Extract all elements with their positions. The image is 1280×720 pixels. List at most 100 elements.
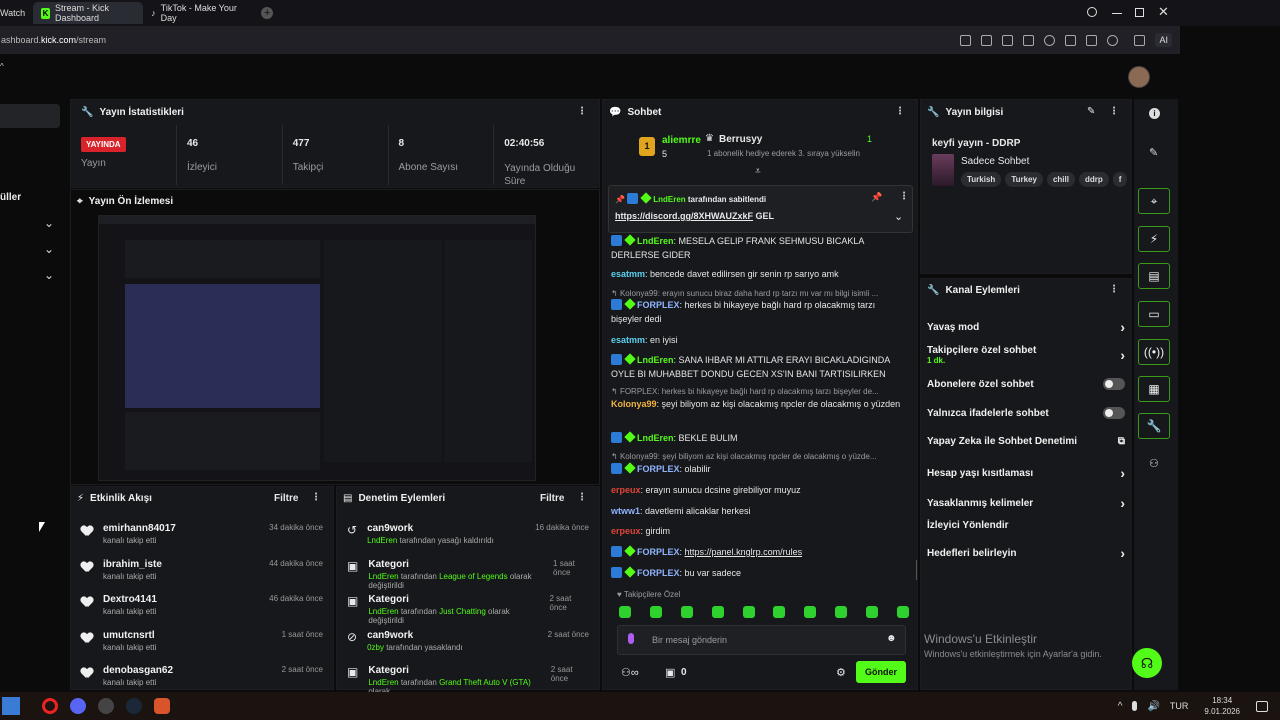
download-icon[interactable] <box>1065 34 1077 46</box>
emote-icon[interactable] <box>649 606 662 618</box>
chat-link[interactable]: https://panel.knglrp.com/rules <box>685 547 803 557</box>
url-text[interactable]: ashboard.kick.com/stream <box>1 35 106 45</box>
shield-icon[interactable] <box>1002 34 1014 46</box>
language-indicator[interactable]: TUR <box>1170 701 1189 711</box>
subscribers-only-toggle[interactable] <box>1103 378 1125 390</box>
clock[interactable]: 18:34 9.01.2026 <box>1204 695 1240 717</box>
opera-icon[interactable] <box>42 698 58 714</box>
play-icon[interactable] <box>1023 34 1035 46</box>
restore-icon[interactable] <box>1135 8 1144 17</box>
scroll-down-icon[interactable]: ⩡ <box>755 166 761 177</box>
edit-icon[interactable] <box>960 34 972 46</box>
chat-message[interactable]: LndEren: SANA IHBAR MI ATTILAR ERAYI BIC… <box>611 353 903 381</box>
list-item[interactable]: ▣ Kategori LndEren tarafından League of Le… <box>347 559 589 590</box>
extension-icon[interactable] <box>1134 34 1146 46</box>
chevron-down-icon[interactable]: ⌄ <box>44 268 54 282</box>
chat-bubble-icon[interactable]: ▭ <box>1138 301 1170 327</box>
chat-message[interactable]: FORPLEX: herkes bi hikayeye bağlı hard r… <box>611 298 903 326</box>
chat-username[interactable]: esatmm <box>611 269 645 279</box>
chat-message[interactable]: Kolonya99: şeyi biliyom az kişi olacakmı… <box>611 397 903 411</box>
more-options-icon[interactable]: ⋮ <box>1109 284 1119 295</box>
broadcast-icon[interactable]: ((•)) <box>1138 339 1170 365</box>
edit-icon[interactable]: ✎ <box>1149 146 1158 159</box>
pinned-message[interactable]: 📌 LndEren tarafından sabitlendi 📌 ⋮ http… <box>608 185 913 233</box>
emote-icon[interactable] <box>773 606 786 618</box>
list-item[interactable]: denobasgan62 kanalı takip etti 2 saat önce <box>81 665 323 695</box>
apps-icon[interactable]: ⚇ <box>1149 457 1159 470</box>
chat-settings-icon[interactable]: ⚙ <box>836 666 846 679</box>
chat-username[interactable]: FORPLEX <box>637 464 680 474</box>
chat-message[interactable]: LndEren: BEKLE BULIM <box>611 431 903 445</box>
ai-button[interactable]: AI <box>1155 33 1172 47</box>
chat-message[interactable]: esatmm: en iyisi <box>611 333 903 347</box>
more-options-icon[interactable]: ⋮ <box>1109 106 1119 117</box>
tag[interactable]: ddrp <box>1078 172 1109 187</box>
tag[interactable]: Turkey <box>1005 172 1043 187</box>
followers-only-action[interactable]: Takipçilere özel sohbet 1 dk. › <box>927 345 1125 365</box>
list-item[interactable]: emirhann84017 kanalı takip etti 34 dakika … <box>81 523 323 553</box>
info-icon[interactable]: i <box>1149 108 1160 119</box>
microphone-icon[interactable] <box>628 633 634 644</box>
microphone-tray-icon[interactable] <box>1132 701 1138 711</box>
gifter-name[interactable]: Berrusyy <box>719 134 762 145</box>
more-options-icon[interactable]: ⋮ <box>577 492 587 503</box>
tab-kick-dashboard[interactable]: K Stream - Kick Dashboard <box>33 2 144 24</box>
edit-icon[interactable]: ✎ <box>1087 106 1095 117</box>
emote-icon[interactable] <box>835 606 848 618</box>
more-options-icon[interactable]: ⋮ <box>577 106 587 117</box>
list-item[interactable]: umutcnsrtl kanalı takip etti 1 saat önce <box>81 630 323 660</box>
document-icon[interactable]: ▤ <box>1138 263 1170 289</box>
chat-username[interactable]: erpeux <box>611 526 641 536</box>
chat-scrollbar[interactable] <box>916 560 917 580</box>
chat-username[interactable]: wtww1 <box>611 506 640 516</box>
chat-message[interactable]: FORPLEX: bu var sadece <box>611 566 903 580</box>
tab-watch[interactable]: Watch <box>0 2 33 24</box>
notification-icon[interactable] <box>1256 700 1268 712</box>
chat-input-box[interactable]: Bir mesaj gönderin ☻ <box>617 625 906 655</box>
send-button[interactable]: Gönder <box>856 661 906 683</box>
address-bar[interactable]: ashboard.kick.com/stream AI <box>0 26 1180 54</box>
chat-username[interactable]: Kolonya99 <box>611 399 657 409</box>
emote-icon[interactable] <box>866 606 878 618</box>
tag[interactable]: Turkish <box>961 172 1002 187</box>
avatar[interactable] <box>1128 66 1150 88</box>
stream-preview-video[interactable] <box>98 215 536 481</box>
chat-message[interactable]: erpeux: girdim <box>611 524 903 538</box>
emote-icon[interactable] <box>804 606 817 618</box>
stats-icon[interactable]: ▦ <box>1138 376 1170 402</box>
heart-icon[interactable] <box>1044 34 1056 46</box>
close-icon[interactable]: ✕ <box>1158 4 1169 20</box>
search-icon[interactable] <box>1087 7 1097 17</box>
emote-icon[interactable] <box>896 606 909 618</box>
emoji-icon[interactable]: ☻ <box>886 633 897 644</box>
chat-username[interactable]: esatmm <box>611 335 645 345</box>
list-item[interactable]: ▣ Kategori LndEren tarafından Grand Theft … <box>347 665 589 696</box>
lightning-icon[interactable]: ⚡ <box>1138 226 1170 252</box>
raid-action[interactable]: İzleyici Yönlendir <box>927 520 1125 531</box>
pinned-options-icon[interactable]: ⋮ <box>899 191 909 202</box>
tag[interactable]: chill <box>1046 172 1075 187</box>
steam-icon[interactable] <box>126 698 142 714</box>
goals-action[interactable]: Hedefleri belirleyin › <box>927 545 1125 561</box>
chat-message[interactable]: LndEren: MESELA GELIP FRANK SEHMUSU BICA… <box>611 234 903 262</box>
chat-message[interactable]: FORPLEX: https://panel.knglrp.com/rules <box>611 545 903 559</box>
list-item[interactable]: Dextro4141 kanalı takip etti 46 dakika önc… <box>81 594 323 624</box>
chat-message[interactable]: wtww1: davetlemi alicaklar herkesi <box>611 504 903 518</box>
chat-username[interactable]: FORPLEX <box>637 300 680 310</box>
chat-username[interactable]: erpeux <box>611 485 641 495</box>
pinned-link[interactable]: https://discord.gg/8XHWAUZxkF <box>615 211 753 221</box>
emote-icon[interactable] <box>680 606 693 618</box>
wrench-icon[interactable]: 🔧 <box>1138 413 1170 439</box>
focus-icon[interactable]: ⌖ <box>1138 188 1170 214</box>
emote-icon[interactable] <box>711 606 724 618</box>
minimize-icon[interactable] <box>1112 13 1122 14</box>
menu-icon[interactable] <box>1086 34 1098 46</box>
app-icon[interactable] <box>98 698 114 714</box>
moderation-filter-button[interactable]: Filtre <box>540 493 564 504</box>
chevron-down-icon[interactable]: ⌄ <box>894 210 903 223</box>
tray-up-icon[interactable]: ^ <box>1118 701 1123 712</box>
chat-username[interactable]: FORPLEX <box>637 547 680 557</box>
top-gifter-name[interactable]: aliemrre <box>662 135 701 146</box>
tag[interactable]: f <box>1112 172 1128 187</box>
slow-mode-action[interactable]: Yavaş mod › <box>927 319 1125 335</box>
